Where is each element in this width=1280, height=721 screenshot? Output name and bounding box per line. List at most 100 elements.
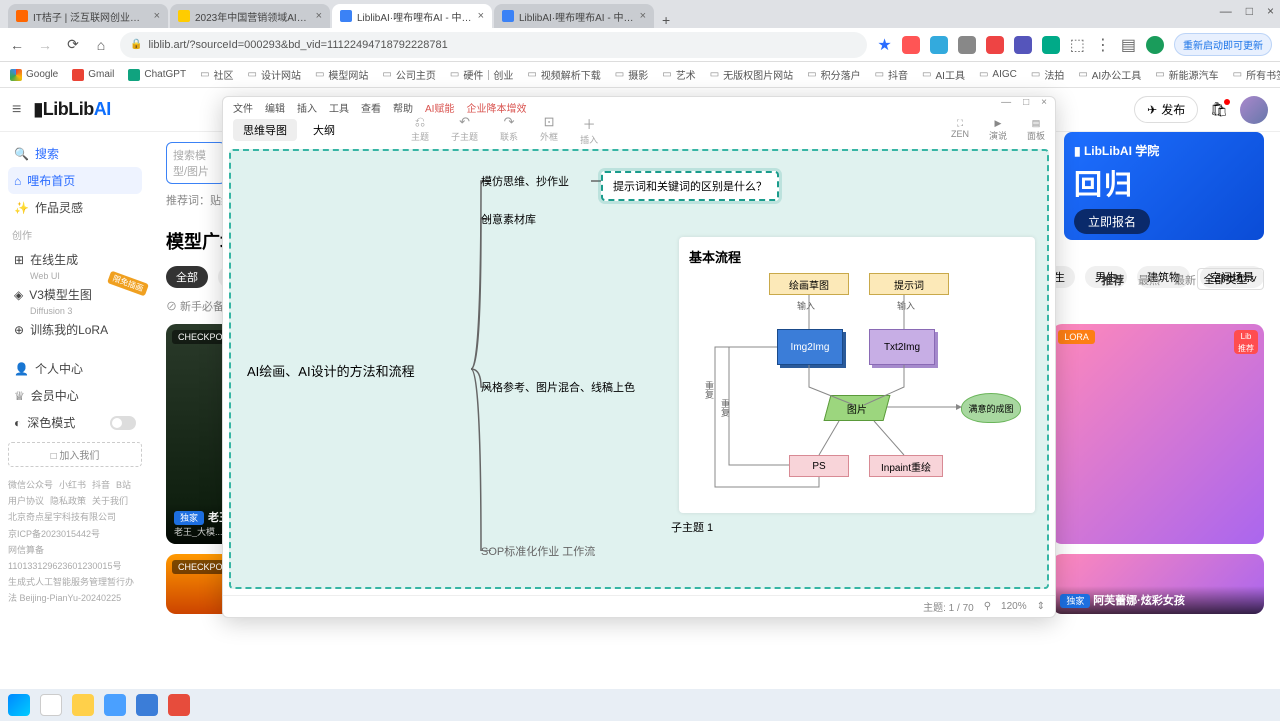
close-icon[interactable]: × [478,10,484,22]
flow-box-img2img[interactable]: Img2Img [777,329,843,365]
sidebar-profile[interactable]: 👤 个人中心 [8,355,142,382]
mindmap-canvas[interactable]: AI绘画、AI设计的方法和流程 模仿思维、抄作业 创意素材库 风格参考、图片混合… [229,149,1049,589]
publish-button[interactable]: ✈ 发布 [1134,96,1198,123]
sort-tab[interactable]: 推荐 [1102,272,1124,288]
site-logo[interactable]: ▮LibLibAI [33,99,110,120]
extension-icon[interactable] [958,36,976,54]
type-select[interactable]: 全部类型 ˅ [1197,268,1264,290]
taskbar-app-icon[interactable] [40,694,62,716]
flow-box-txt2img[interactable]: Txt2Img [869,329,935,365]
bookmark-item[interactable]: ChatGPT [128,69,186,81]
tool-panel[interactable]: ▤面板 [1027,118,1045,142]
bookmark-folder[interactable]: 艺术 [662,67,695,82]
footer-link[interactable]: B站 [116,480,131,490]
reload-icon[interactable]: ⟳ [64,36,82,53]
user-avatar[interactable] [1240,96,1268,124]
menu-ai[interactable]: AI赋能 [425,100,454,115]
maximize-icon[interactable]: □ [1023,97,1029,108]
footer-link[interactable]: 京ICP备2023015442号 [8,526,142,542]
bookmark-all[interactable]: 所有书签 [1233,67,1280,82]
mm-editing-node[interactable]: 提示词和关键词的区别是什么？ [601,171,779,201]
bookmark-folder[interactable]: 新能源汽车 [1155,67,1218,82]
menu-edit[interactable]: 编辑 [265,100,285,115]
minimize-icon[interactable]: — [1001,97,1011,108]
taskbar-app-icon[interactable] [168,694,190,716]
bookmark-folder[interactable]: 法拍 [1031,67,1064,82]
taskbar-app-icon[interactable] [136,694,158,716]
bookmark-folder[interactable]: 无版权图片网站 [710,67,793,82]
find-icon[interactable]: ⚲ [984,601,991,612]
maximize-icon[interactable]: □ [1246,4,1253,18]
model-card[interactable]: 独家 阿芙蕾娜·炫彩女孩 [1052,554,1264,614]
sidebar-home[interactable]: ⌂ 哩布首页 [8,167,142,194]
close-icon[interactable]: × [1041,97,1047,108]
tool-present[interactable]: ▶演说 [989,118,1007,142]
close-icon[interactable]: × [154,10,160,22]
sidebar-v3[interactable]: ◈ V3模型生图限免插画 [8,281,142,308]
promo-cta-button[interactable]: 立即报名 [1074,209,1150,234]
extension-icon[interactable] [1042,36,1060,54]
close-icon[interactable]: × [1267,4,1274,18]
home-icon[interactable]: ⌂ [92,37,110,53]
sort-tab[interactable]: 最热 [1138,272,1160,288]
footer-link[interactable]: 用户协议 [8,496,44,506]
sidebar-search[interactable]: 🔍 搜索 [8,140,142,167]
extension-icon[interactable] [930,36,948,54]
sidebar-lora[interactable]: ⊕ 训练我的LoRA [8,316,142,343]
flow-box-prompt[interactable]: 提示词 [869,273,949,295]
model-card[interactable]: LORA Lib 推荐 [1052,324,1264,544]
bookmark-folder[interactable]: 公司主页 [382,67,435,82]
extensions-icon[interactable]: ⬚ [1070,35,1085,55]
browser-tab[interactable]: IT桔子 | 泛互联网创业投资项目...× [8,4,168,28]
footer-link[interactable]: 隐私政策 [50,496,86,506]
flow-box-sketch[interactable]: 绘画草图 [769,273,849,295]
mm-branch-node[interactable]: 模仿思维、抄作业 [481,173,569,189]
flow-box-image[interactable]: 图片 [824,395,891,421]
bookmark-folder[interactable]: 视频解析下载 [527,67,600,82]
star-icon[interactable]: ★ [877,35,891,55]
bookmark-folder[interactable]: AI工具 [922,67,965,82]
extension-icon[interactable] [986,36,1004,54]
close-icon[interactable]: × [640,10,646,22]
menu-help[interactable]: 帮助 [393,100,413,115]
zoom-level[interactable]: 120% [1001,601,1027,612]
browser-tab-active[interactable]: LiblibAI·哩布哩布AI - 中国领...× [332,4,492,28]
footer-link[interactable]: 抖音 [92,480,110,490]
promo-banner[interactable]: ▮ LibLibAI 学院 回归 立即报名 [1064,132,1264,240]
tool-zen[interactable]: ⛶ZEN [951,118,969,142]
bookmark-folder[interactable]: 模型网站 [315,67,368,82]
sort-tab[interactable]: 最新 [1174,272,1196,288]
browser-tab[interactable]: LiblibAI·哩布哩布AI - 中国领...× [494,4,654,28]
toggle[interactable] [110,416,136,430]
footer-link[interactable]: 微信公众号 [8,480,53,490]
browser-tab[interactable]: 2023年中国营销领域AIGC技...× [170,4,330,28]
extension-icon[interactable] [902,36,920,54]
menu-view[interactable]: 查看 [361,100,381,115]
menu-file[interactable]: 文件 [233,100,253,115]
minimize-icon[interactable]: — [1220,4,1232,18]
update-button[interactable]: 重新启动即可更新 [1174,33,1272,56]
url-input[interactable]: 🔒liblib.art/?sourceId=000293&bd_vid=1112… [120,32,867,58]
filter-chip[interactable]: 全部 [166,266,208,288]
bookmark-folder[interactable]: 积分落户 [807,67,860,82]
tool-insert[interactable]: ＋插入 [580,114,598,146]
sidebar-online-gen[interactable]: ⊞ 在线生成 [8,246,142,273]
bookmark-folder[interactable]: 硬件｜创业 [450,67,513,82]
tab-mindmap[interactable]: 思维导图 [233,119,297,141]
zoom-stepper-icon[interactable]: ⇕ [1037,601,1045,612]
tab-outline[interactable]: 大纲 [303,119,345,141]
mm-root-node[interactable]: AI绘画、AI设计的方法和流程 [241,359,421,382]
bookmark-folder[interactable]: 社区 [200,67,233,82]
mm-branch-node[interactable]: 创意素材库 [481,211,536,227]
flow-box-ps[interactable]: PS [789,455,849,477]
footer-link[interactable]: 小红书 [59,480,86,490]
bookmark-folder[interactable]: AI办公工具 [1078,67,1141,82]
menu-icon[interactable]: ⋮ [1095,35,1111,55]
new-tab-button[interactable]: + [656,12,676,28]
tool-outline[interactable]: ⊡外框 [540,114,558,146]
menu-insert[interactable]: 插入 [297,100,317,115]
search-input[interactable]: 搜索模型/图片 [166,142,226,184]
bookmark-folder[interactable]: 摄影 [615,67,648,82]
join-us-button[interactable]: □ 加入我们 [8,442,142,467]
notification-icon[interactable]: 🛍 [1210,101,1228,118]
